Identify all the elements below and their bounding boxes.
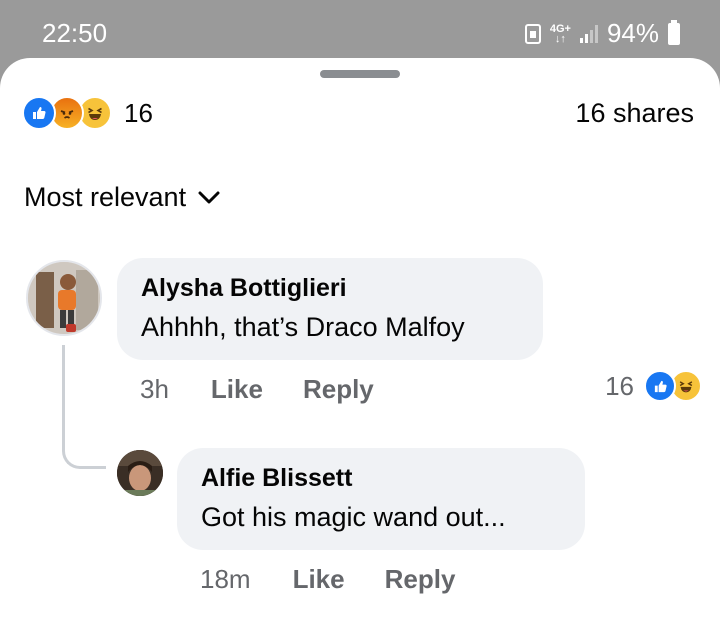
post-reactions[interactable]: 16: [22, 96, 153, 130]
sort-label: Most relevant: [24, 182, 187, 212]
shares-count[interactable]: 16 shares: [575, 98, 694, 129]
like-reaction-icon: [22, 96, 56, 130]
avatar[interactable]: [117, 450, 163, 496]
comment-actions: 18m Like Reply: [200, 564, 495, 595]
comment-text: Got his magic wand out...: [201, 502, 506, 532]
comment-reactions[interactable]: 16: [605, 370, 702, 402]
battery-icon: [668, 19, 680, 45]
comment-reaction-count: 16: [605, 370, 634, 401]
comment-author[interactable]: Alysha Bottiglieri: [141, 274, 347, 303]
clock: 22:50: [42, 18, 108, 48]
sim-icon: [524, 23, 541, 44]
drag-handle[interactable]: [320, 70, 400, 78]
comment-time: 18m: [200, 564, 251, 594]
comment-actions: 3h Like Reply: [140, 374, 414, 405]
status-icons: 4G+ ↓↑ 94%: [524, 18, 680, 49]
reply-thread-line: [62, 345, 106, 469]
like-button[interactable]: Like: [293, 564, 345, 595]
signal-icon: [579, 24, 598, 43]
comment-time: 3h: [140, 374, 169, 404]
network-type-icon: 4G+ ↓↑: [549, 22, 571, 45]
reply-button[interactable]: Reply: [385, 564, 456, 595]
reply-button[interactable]: Reply: [303, 374, 374, 405]
chevron-down-icon: [198, 191, 220, 203]
reaction-count: 16: [124, 97, 153, 128]
comment-author[interactable]: Alfie Blissett: [201, 464, 352, 493]
like-button[interactable]: Like: [211, 374, 263, 405]
status-bar: 22:50 4G+ ↓↑ 94%: [0, 0, 720, 58]
comment-text: Ahhhh, that’s Draco Malfoy: [141, 312, 465, 342]
like-reaction-icon: [644, 370, 676, 402]
avatar[interactable]: [26, 260, 102, 336]
battery-percent: 94%: [606, 18, 659, 48]
sort-dropdown[interactable]: Most relevant: [24, 182, 220, 213]
comment-bubble[interactable]: Alysha Bottiglieri Ahhhh, that’s Draco M…: [117, 258, 543, 360]
comment-bubble[interactable]: Alfie Blissett Got his magic wand out...: [177, 448, 585, 550]
comments-sheet: 16 16 shares Most relevant Alysha Bottig…: [0, 58, 720, 618]
